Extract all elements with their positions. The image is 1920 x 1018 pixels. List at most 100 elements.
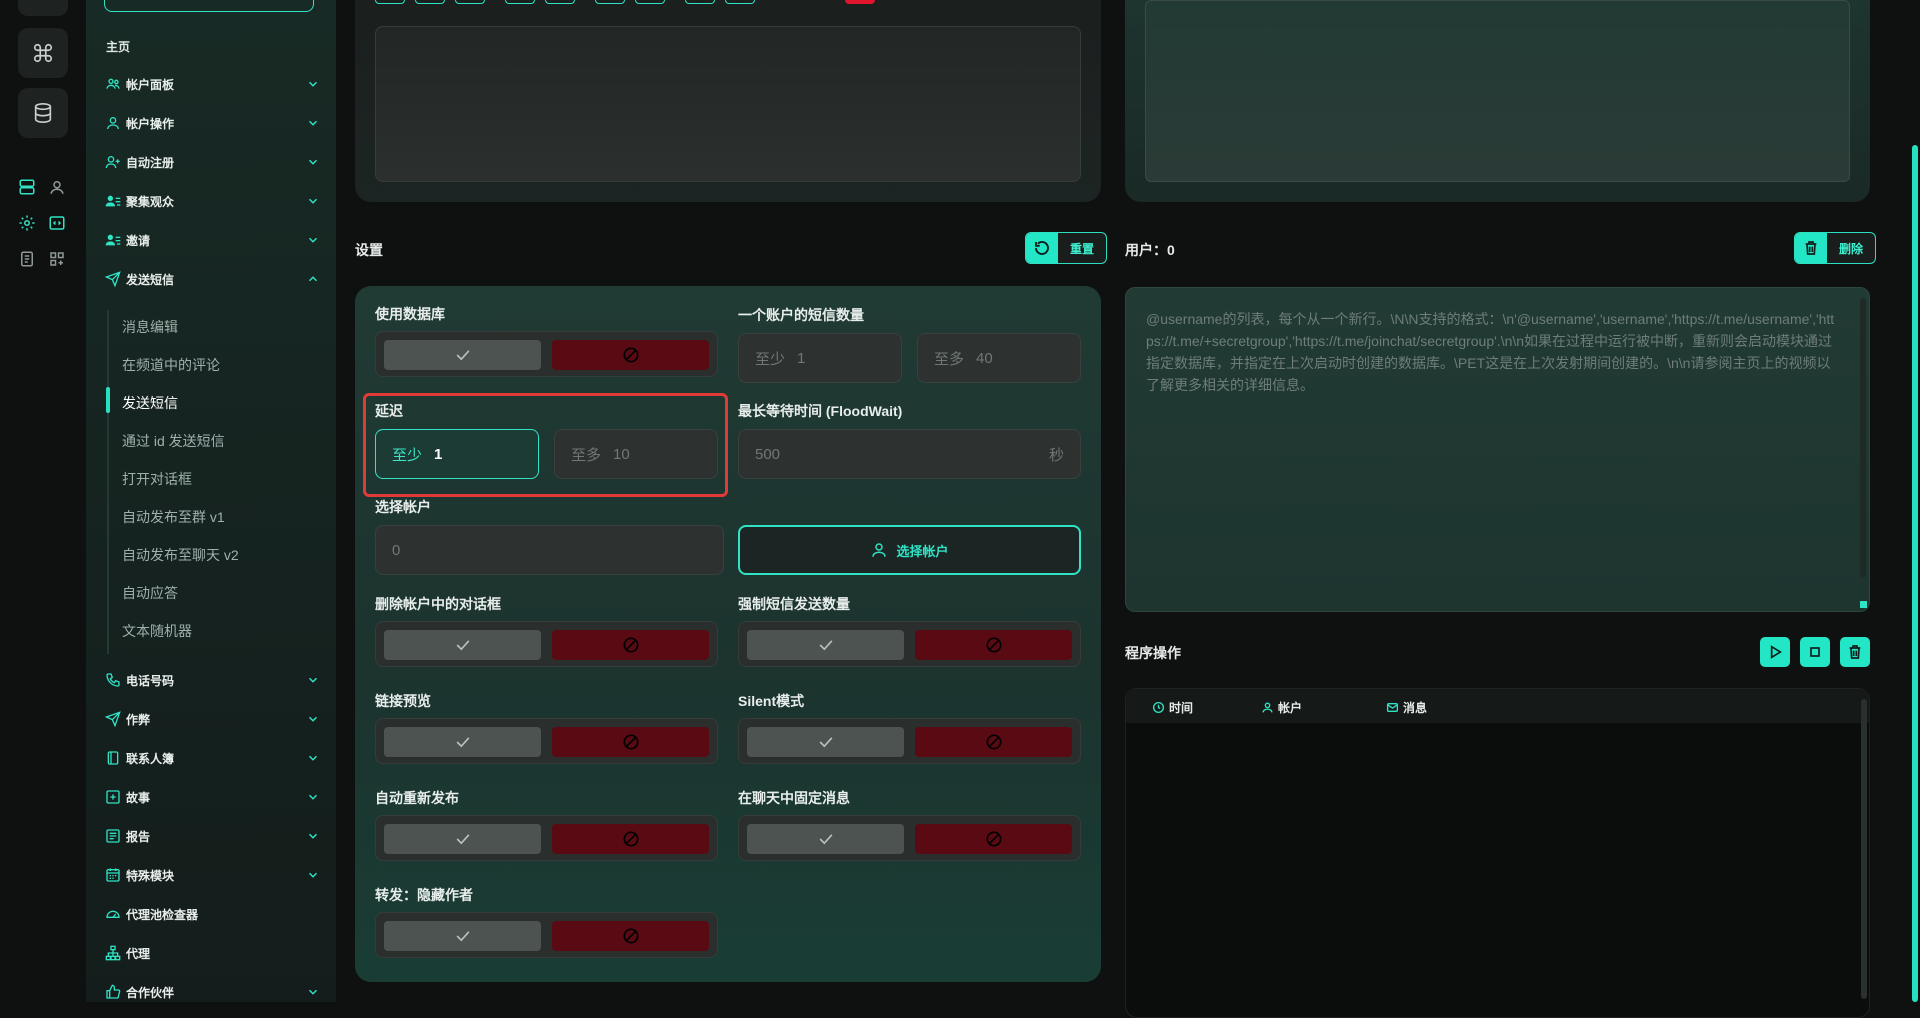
sidebar-item-stories[interactable]: 故事: [104, 784, 320, 810]
sidebar-item-partners[interactable]: 合作伙伴: [104, 979, 320, 1005]
submenu-item[interactable]: 通过 id 发送短信: [122, 431, 225, 451]
check-icon: [819, 834, 832, 845]
toggle-no-button[interactable]: [915, 727, 1072, 757]
formatting-toolbar[interactable]: [375, 0, 975, 4]
select-accounts-input[interactable]: 0: [375, 525, 724, 575]
rail-top-button[interactable]: [18, 0, 68, 16]
submenu-item[interactable]: 自动应答: [122, 583, 178, 603]
floodwait-unit: 秒: [1048, 446, 1064, 464]
sidebar-item-phone[interactable]: 电话号码: [104, 667, 320, 693]
sidebar-home-label[interactable]: 主页: [106, 38, 130, 55]
column-time[interactable]: 时间: [1152, 699, 1193, 716]
sidebar-item-reports[interactable]: 报告: [104, 823, 320, 849]
location-user-icon[interactable]: [46, 176, 68, 198]
sidebar-item-proxy[interactable]: 代理: [104, 940, 320, 966]
chevron-down-icon: [308, 198, 318, 204]
min-prefix: 至少: [755, 350, 786, 368]
submenu-item[interactable]: 打开对话框: [122, 469, 192, 489]
sidebar-item-label: 代理池检查器: [126, 907, 199, 922]
forward-toggle: [375, 912, 718, 958]
toggle-no-button[interactable]: [915, 630, 1072, 660]
submenu-item[interactable]: 自动发布至聊天 v2: [122, 545, 239, 565]
submenu-line: [107, 310, 109, 654]
toggle-yes-button[interactable]: [747, 727, 904, 757]
delete-dialogs-label: 删除帐户中的对话框: [375, 596, 501, 612]
phone-icon: [104, 671, 122, 689]
clear-log-button[interactable]: [1840, 637, 1870, 667]
grid-icon[interactable]: [46, 248, 68, 270]
sidebar-item-label: 合作伙伴: [126, 985, 175, 1000]
toggle-yes-button[interactable]: [747, 630, 904, 660]
thumbs-up-icon: [104, 983, 122, 1001]
submenu-item[interactable]: 自动发布至群 v1: [122, 507, 225, 527]
toggle-no-button[interactable]: [552, 630, 709, 660]
toggle-no-button[interactable]: [552, 727, 709, 757]
command-button[interactable]: [18, 28, 68, 78]
submenu-item[interactable]: 在频道中的评论: [122, 355, 220, 375]
user-list-icon: [104, 192, 122, 210]
users-textarea[interactable]: @username的列表，每个从一个新行。\N\N支持的格式：\n'@usern…: [1125, 287, 1870, 612]
reset-label: 重置: [1070, 241, 1095, 256]
clock-icon: [1152, 701, 1165, 714]
column-message[interactable]: 消息: [1386, 699, 1427, 716]
users-icon: [104, 75, 122, 93]
sidebar-item-gather-audience[interactable]: 聚集观众: [104, 188, 320, 214]
chevron-down-icon: [308, 159, 318, 165]
toggle-no-button[interactable]: [552, 824, 709, 854]
sidebar-item-label: 帐户面板: [126, 77, 175, 92]
column-account[interactable]: 帐户: [1261, 699, 1302, 716]
message-textarea[interactable]: [375, 26, 1081, 182]
silent-toggle: [738, 718, 1081, 764]
chevron-down-icon: [308, 794, 318, 800]
sidebar-item-invite[interactable]: 邀请: [104, 227, 320, 253]
toggle-no-button[interactable]: [552, 921, 709, 951]
sidebar-item-account-panel[interactable]: 帐户面板: [104, 71, 320, 97]
sidebar-item-send-sms[interactable]: 发送短信: [104, 266, 320, 292]
preview-panel: [1125, 0, 1870, 202]
sms-min-input[interactable]: 至少 1: [738, 333, 902, 383]
sidebar-item-auto-register[interactable]: 自动注册: [104, 149, 320, 175]
delete-users-button[interactable]: 删除: [1794, 232, 1877, 264]
document-icon[interactable]: [16, 248, 38, 270]
toggle-yes-button[interactable]: [384, 340, 541, 370]
sms-per-account-label: 一个账户的短信数量: [738, 307, 864, 323]
toggle-yes-button[interactable]: [384, 630, 541, 660]
toggle-yes-button[interactable]: [384, 921, 541, 951]
page-scrollbar-track[interactable]: [1910, 0, 1920, 1002]
sidebar-item-contacts[interactable]: 联系人簿: [104, 745, 320, 771]
highlight-box: [363, 393, 728, 497]
textarea-scrollbar[interactable]: [1860, 298, 1866, 578]
sidebar-search-box[interactable]: [104, 0, 314, 12]
sidebar-item-proxy-checker[interactable]: 代理池检查器: [104, 901, 320, 927]
toggle-yes-button[interactable]: [384, 727, 541, 757]
page-scrollbar-thumb[interactable]: [1912, 145, 1918, 1002]
play-button[interactable]: [1760, 637, 1790, 667]
select-accounts-button[interactable]: 选择帐户: [738, 525, 1081, 575]
submenu-item-active[interactable]: 发送短信: [122, 393, 178, 413]
log-table-header: [1126, 689, 1869, 723]
sms-max-input[interactable]: 至多 40: [917, 333, 1081, 383]
submenu-item[interactable]: 文本随机器: [122, 621, 192, 641]
reset-button[interactable]: 重置: [1025, 232, 1108, 264]
log-scrollbar[interactable]: [1861, 699, 1867, 999]
resize-handle[interactable]: [1860, 601, 1867, 608]
sidebar-item-label: 自动注册: [126, 155, 175, 170]
submenu-item[interactable]: 消息编辑: [122, 317, 178, 337]
toggle-no-button[interactable]: [915, 824, 1072, 854]
check-icon: [819, 640, 832, 651]
toggle-yes-button[interactable]: [384, 824, 541, 854]
sidebar-item-account-ops[interactable]: 帐户操作: [104, 110, 320, 136]
trash-icon: [1795, 233, 1827, 263]
sidebar-item-cheat[interactable]: 作弊: [104, 706, 320, 732]
select-accounts-value: 0: [392, 541, 401, 559]
toggle-yes-button[interactable]: [747, 824, 904, 854]
settings-icon[interactable]: [16, 212, 38, 234]
server-list-icon[interactable]: [16, 176, 38, 198]
toggle-no-button[interactable]: [552, 340, 709, 370]
code-window-icon[interactable]: [46, 212, 68, 234]
sidebar-item-special-modules[interactable]: 特殊模块: [104, 862, 320, 888]
stop-button[interactable]: [1800, 637, 1830, 667]
ban-icon: [623, 831, 638, 847]
floodwait-input[interactable]: 500 秒: [738, 429, 1081, 479]
database-button[interactable]: [18, 88, 68, 138]
